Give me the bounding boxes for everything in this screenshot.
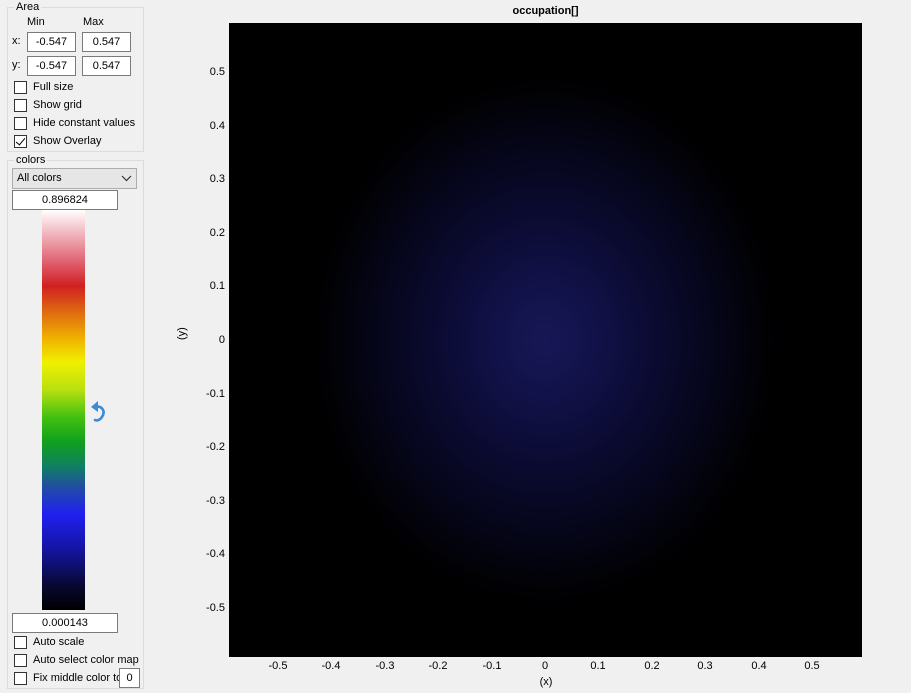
- auto-select-color-map-option[interactable]: Auto select color map: [14, 653, 139, 667]
- full-size-checkbox[interactable]: [14, 80, 27, 94]
- y-min-input[interactable]: -0.547: [27, 56, 76, 76]
- x-tick-label: -0.4: [321, 660, 341, 672]
- x-range-label: x:: [12, 35, 21, 47]
- fix-middle-color-label: Fix middle color to: [33, 671, 123, 684]
- colors-group-title: colors: [14, 154, 48, 167]
- area-group-title: Area: [14, 1, 42, 14]
- color-min-input[interactable]: 0.000143: [12, 613, 118, 633]
- y-tick-label: 0.3: [209, 173, 225, 185]
- y-tick-label: 0: [218, 334, 225, 346]
- y-tick-label: 0.2: [209, 227, 225, 239]
- min-label: Min: [27, 16, 45, 28]
- x-tick-label: -0.5: [268, 660, 288, 672]
- fix-middle-color-input[interactable]: 0: [119, 668, 140, 688]
- auto-select-color-map-checkbox[interactable]: [14, 653, 27, 667]
- x-min-input[interactable]: -0.547: [27, 32, 76, 52]
- full-size-label: Full size: [33, 80, 74, 93]
- auto-scale-checkbox[interactable]: [14, 635, 27, 649]
- y-tick-label: -0.2: [206, 441, 225, 453]
- hide-constant-values-label: Hide constant values: [33, 116, 136, 129]
- y-tick-label: -0.3: [206, 495, 225, 507]
- y-tick-label: -0.5: [206, 602, 225, 614]
- show-overlay-option[interactable]: Show Overlay: [14, 134, 101, 148]
- x-axis-label: (x): [539, 676, 553, 688]
- y-range-label: y:: [12, 59, 21, 71]
- plot-title: occupation[]: [512, 5, 579, 17]
- fix-middle-color-checkbox[interactable]: [14, 671, 27, 685]
- hide-constant-values-option[interactable]: Hide constant values: [14, 116, 135, 130]
- y-max-input[interactable]: 0.547: [82, 56, 131, 76]
- show-overlay-label: Show Overlay: [33, 134, 102, 147]
- show-overlay-checkbox[interactable]: [14, 134, 27, 148]
- max-label: Max: [83, 16, 104, 28]
- show-grid-label: Show grid: [33, 98, 82, 111]
- auto-scale-option[interactable]: Auto scale: [14, 635, 84, 649]
- x-tick-label: -0.3: [375, 660, 395, 672]
- chevron-down-icon: [121, 172, 132, 187]
- show-grid-option[interactable]: Show grid: [14, 98, 82, 112]
- y-axis-label: (y): [176, 327, 188, 340]
- hide-constant-values-checkbox[interactable]: [14, 116, 27, 130]
- heatmap-plot[interactable]: [229, 23, 862, 657]
- x-tick-label: 0.5: [804, 660, 820, 672]
- y-tick-label: 0.4: [209, 120, 225, 132]
- x-max-input[interactable]: 0.547: [82, 32, 131, 52]
- colormap-select[interactable]: All colors: [12, 168, 137, 189]
- x-tick-label: 0.1: [590, 660, 606, 672]
- show-grid-checkbox[interactable]: [14, 98, 27, 112]
- x-tick-label: 0.4: [751, 660, 767, 672]
- colormap-selected-value: All colors: [17, 172, 62, 184]
- undo-arrow-icon[interactable]: [90, 399, 108, 426]
- y-tick-label: 0.5: [209, 66, 225, 78]
- auto-scale-label: Auto scale: [33, 635, 85, 648]
- fix-middle-color-option[interactable]: Fix middle color to: [14, 671, 122, 685]
- y-tick-label: 0.1: [209, 280, 225, 292]
- x-tick-label: -0.2: [428, 660, 448, 672]
- auto-select-color-map-label: Auto select color map: [33, 653, 139, 666]
- x-tick-label: -0.1: [482, 660, 502, 672]
- x-tick-label: 0.2: [644, 660, 660, 672]
- x-tick-label: 0: [541, 660, 549, 672]
- color-max-input[interactable]: 0.896824: [12, 190, 118, 210]
- colorbar[interactable]: [42, 210, 85, 610]
- x-tick-label: 0.3: [697, 660, 713, 672]
- y-tick-label: -0.1: [206, 388, 225, 400]
- y-tick-label: -0.4: [206, 548, 225, 560]
- full-size-option[interactable]: Full size: [14, 80, 73, 94]
